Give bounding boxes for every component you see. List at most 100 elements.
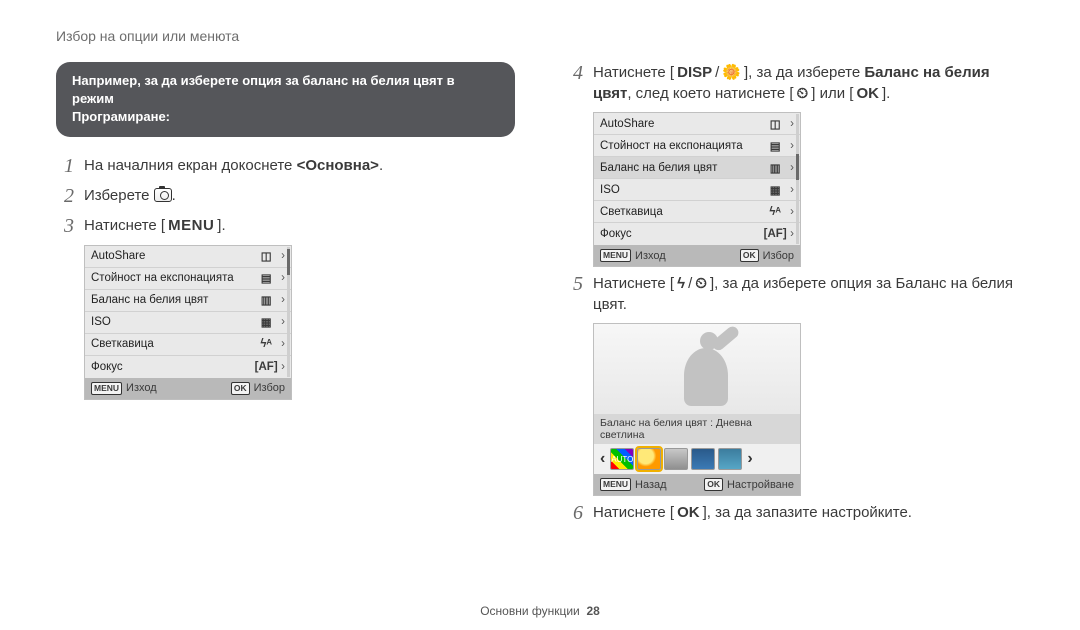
ok-key-icon: OK (674, 502, 703, 523)
step1-bold: <Основна> (297, 157, 379, 174)
wb-chip[interactable] (664, 448, 688, 470)
step-number: 4 (565, 62, 583, 84)
menu-row[interactable]: AutoShare◫› (594, 113, 800, 135)
left-menu-panel: AutoShare◫›Стойност на експонацията▤›Бал… (84, 245, 292, 400)
left-column: Например, за да изберете опция за баланс… (56, 62, 515, 532)
menu-footer: MENUИзход OKИзбор (594, 245, 800, 266)
scrollbar[interactable] (287, 247, 290, 377)
timer-key-icon: ⏲ (692, 273, 710, 294)
wb-chip[interactable]: AUTO (610, 448, 634, 470)
step6-post: ], за да запазите настройките. (703, 504, 912, 521)
wb-chip[interactable] (637, 448, 661, 470)
menu-row-value-icon: ϟᴬ (763, 206, 787, 218)
step4-pre: Натиснете [ (593, 64, 674, 81)
step-number: 2 (56, 185, 74, 207)
menu-row-label: Фокус (600, 228, 763, 240)
ok-key-icon: OK (231, 382, 250, 395)
step-number: 3 (56, 215, 74, 237)
menu-row-label: Фокус (91, 361, 254, 373)
macro-key-icon: 🌼 (719, 62, 744, 83)
page-header: Избор на опции или менюта (56, 28, 1024, 44)
chevron-right-icon: › (790, 184, 794, 196)
pill-line1: Например, за да изберете опция за баланс… (72, 73, 455, 106)
menu-row-label: Стойност на експонацията (600, 140, 763, 152)
menu-row-label: Баланс на белия цвят (600, 162, 763, 174)
chevron-right-icon: › (281, 294, 285, 306)
menu-row[interactable]: Светкавицаϟᴬ› (85, 334, 291, 356)
timer-key-icon: ⏲ (794, 83, 812, 104)
step-number: 5 (565, 273, 583, 295)
chevron-right-icon: › (281, 272, 285, 284)
step3-post: ]. (217, 217, 225, 234)
chevron-right-icon: › (790, 162, 794, 174)
chevron-right-icon: › (790, 206, 794, 218)
menu-row-label: Стойност на експонацията (91, 272, 254, 284)
step3-pre: Натиснете [ (84, 217, 165, 234)
mode-p-icon (154, 188, 172, 202)
menu-row[interactable]: Светкавицаϟᴬ› (594, 201, 800, 223)
menu-row-label: Светкавица (600, 206, 763, 218)
wb-footer-right: Настройване (727, 479, 794, 491)
step4-mid: ], за да изберете (744, 64, 864, 81)
chevron-right-icon: › (281, 250, 285, 262)
menu-row[interactable]: Стойност на експонацията▤› (594, 135, 800, 157)
menu-row-value-icon: ▦ (254, 315, 278, 329)
menu-row[interactable]: ISO▦› (85, 312, 291, 334)
menu-row-label: AutoShare (91, 250, 254, 262)
step1-pre: На началния екран докоснете (84, 157, 297, 174)
step-number: 6 (565, 502, 583, 524)
wb-preview-panel: Баланс на белия цвят : Дневна светлина ‹… (593, 323, 801, 496)
menu-key-icon: MENU (600, 249, 631, 262)
menu-key-icon: MENU (165, 215, 217, 236)
menu-row-value-icon: ▤ (763, 139, 787, 153)
step-number: 1 (56, 155, 74, 177)
menu-row-value-icon: ▥ (254, 293, 278, 307)
menu-row[interactable]: Фокус[AF]› (594, 223, 800, 245)
chevron-right-icon: › (281, 316, 285, 328)
menu-row[interactable]: Баланс на белия цвят▥› (594, 157, 800, 179)
chevron-right-icon: › (790, 228, 794, 240)
menu-row-label: ISO (91, 316, 254, 328)
menu-row-value-icon: ▦ (763, 183, 787, 197)
pill-line2: Програмиране: (72, 109, 170, 124)
step4-mid2: , след което натиснете [ (627, 85, 793, 102)
menu-footer-right: Избор (763, 250, 794, 262)
menu-row-label: ISO (600, 184, 763, 196)
next-arrow-icon[interactable]: › (745, 450, 754, 468)
step2-text: Изберете (84, 187, 154, 204)
wb-chip-strip: ‹ AUTO › (594, 444, 800, 474)
menu-row-value-icon: [AF] (254, 361, 278, 373)
menu-row-value-icon: [AF] (763, 228, 787, 240)
footer-page: 28 (586, 604, 599, 618)
step4-mid3: ] или [ (811, 85, 853, 102)
menu-key-icon: MENU (91, 382, 122, 395)
wb-chip[interactable] (718, 448, 742, 470)
menu-row[interactable]: ISO▦› (594, 179, 800, 201)
menu-row[interactable]: AutoShare◫› (85, 246, 291, 268)
menu-row-value-icon: ▤ (254, 271, 278, 285)
menu-footer-right: Избор (254, 382, 285, 394)
menu-row-label: Баланс на белия цвят (91, 294, 254, 306)
menu-row[interactable]: Стойност на експонацията▤› (85, 268, 291, 290)
footer-section: Основни функции (480, 604, 580, 618)
menu-footer: MENU Изход OK Избор (85, 378, 291, 399)
chevron-right-icon: › (281, 361, 285, 373)
page-footer: Основни функции 28 (0, 604, 1080, 618)
step-3: 3 Натиснете [MENU]. (56, 215, 515, 237)
menu-key-icon: MENU (600, 478, 631, 491)
example-pill: Например, за да изберете опция за баланс… (56, 62, 515, 137)
prev-arrow-icon[interactable]: ‹ (598, 450, 607, 468)
step-5: 5 Натиснете [ϟ/⏲], за да изберете опция … (565, 273, 1024, 315)
wb-chip[interactable] (691, 448, 715, 470)
step-1: 1 На началния екран докоснете <Основна>. (56, 155, 515, 177)
menu-footer-left: Изход (126, 382, 157, 394)
menu-row[interactable]: Фокус[AF]› (85, 356, 291, 378)
menu-row[interactable]: Баланс на белия цвят▥› (85, 290, 291, 312)
scrollbar[interactable] (796, 114, 799, 244)
step1-post: . (379, 157, 383, 174)
header-title: Избор на опции или менюта (56, 28, 239, 44)
step5-pre: Натиснете [ (593, 275, 674, 292)
right-column: 4 Натиснете [DISP/🌼], за да изберете Бал… (565, 62, 1024, 532)
chevron-right-icon: › (790, 118, 794, 130)
ok-key-icon: OK (704, 478, 723, 491)
